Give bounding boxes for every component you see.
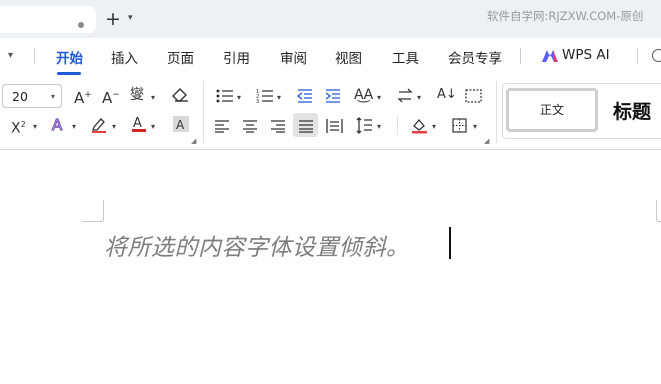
new-tab-icon[interactable]: + xyxy=(105,9,121,29)
wps-ai-button[interactable]: WPS AI xyxy=(562,47,610,63)
bullet-list-icon[interactable] xyxy=(216,89,234,103)
increase-indent-icon[interactable] xyxy=(325,89,341,103)
character-shading-icon[interactable]: A xyxy=(173,116,189,132)
chevron-down-icon[interactable]: ▾ xyxy=(473,122,477,131)
text-cursor xyxy=(449,227,451,259)
search-icon[interactable] xyxy=(652,49,661,62)
document-tab[interactable] xyxy=(0,6,96,33)
sort-az-icon[interactable]: A↓ xyxy=(437,87,457,103)
clear-format-eraser-icon[interactable] xyxy=(172,88,189,103)
align-left-icon[interactable] xyxy=(214,119,230,133)
superscript-icon[interactable]: X2 xyxy=(11,117,26,137)
document-paragraph[interactable]: 将所选的内容字体设置倾斜。 xyxy=(104,228,410,262)
chevron-down-icon[interactable]: ▾ xyxy=(51,92,55,101)
font-size-select[interactable]: 20 ▾ xyxy=(2,84,62,108)
decrease-font-size-icon[interactable]: A− xyxy=(102,87,120,106)
line-spacing-icon[interactable] xyxy=(356,117,373,134)
chevron-down-icon[interactable]: ▾ xyxy=(237,93,241,102)
show-hide-marks-icon[interactable] xyxy=(465,89,482,103)
distributed-align-icon[interactable] xyxy=(326,118,343,134)
document-canvas[interactable]: 将所选的内容字体设置倾斜。 xyxy=(0,150,661,384)
decrease-indent-icon[interactable] xyxy=(297,89,313,103)
menu-divider xyxy=(637,48,638,64)
menu-divider xyxy=(34,48,35,64)
ribbon-divider xyxy=(203,81,204,143)
menu-page[interactable]: 页面 xyxy=(167,47,194,67)
chevron-down-icon[interactable]: ▾ xyxy=(417,93,421,102)
wps-ai-logo-icon[interactable] xyxy=(541,49,559,63)
sort-swap-icon[interactable] xyxy=(397,88,413,103)
style-heading-button[interactable]: 标题 xyxy=(613,97,651,124)
chevron-down-icon[interactable]: ▾ xyxy=(112,122,116,131)
highlight-pen-icon[interactable] xyxy=(91,116,107,134)
text-effect-icon[interactable]: A xyxy=(51,117,62,134)
chevron-down-icon[interactable]: ▾ xyxy=(151,93,155,102)
svg-text:A: A xyxy=(133,116,142,131)
tab-unsaved-dot-icon[interactable] xyxy=(78,22,84,28)
chevron-down-icon[interactable]: ▾ xyxy=(377,122,381,131)
chevron-down-icon[interactable]: ▾ xyxy=(72,122,76,131)
menu-reference[interactable]: 引用 xyxy=(223,47,250,67)
increase-font-size-icon[interactable]: A+ xyxy=(74,87,92,106)
menu-review[interactable]: 审阅 xyxy=(280,47,307,67)
svg-text:3: 3 xyxy=(256,99,259,103)
chevron-down-icon[interactable]: ▾ xyxy=(377,93,381,102)
crop-mark-right xyxy=(657,221,661,222)
paragraph-shading-icon[interactable] xyxy=(411,117,428,134)
title-bar: + ▾ 软件自学网:RJZXW.COM-原创 xyxy=(0,0,661,38)
borders-icon[interactable] xyxy=(452,118,467,133)
menu-collapse-chevron-icon[interactable]: ▾ xyxy=(8,50,13,61)
font-color-icon[interactable]: A xyxy=(131,115,147,133)
menu-view[interactable]: 视图 xyxy=(335,47,362,67)
menu-home[interactable]: 开始 xyxy=(56,47,83,67)
crop-mark-right xyxy=(656,200,657,221)
menu-tools[interactable]: 工具 xyxy=(392,47,419,67)
justify-icon[interactable] xyxy=(298,119,314,133)
menu-divider xyxy=(520,48,521,64)
svg-text:A: A xyxy=(176,118,185,132)
tab-list-chevron-icon[interactable]: ▾ xyxy=(128,13,133,23)
menu-insert[interactable]: 插入 xyxy=(111,47,138,67)
text-direction-icon[interactable]: A͜A xyxy=(354,87,373,103)
chevron-down-icon[interactable]: ▾ xyxy=(432,122,436,131)
chevron-down-icon[interactable]: ▾ xyxy=(151,122,155,131)
chevron-down-icon[interactable]: ▾ xyxy=(33,122,37,131)
menu-bar: ▾ 开始 插入 页面 引用 审阅 视图 工具 会员专享 WPS AI xyxy=(0,38,661,75)
menu-member[interactable]: 会员专享 xyxy=(448,47,502,67)
paragraph-dialog-launcher-icon[interactable]: ◢ xyxy=(484,137,489,145)
font-dialog-launcher-icon[interactable]: ◢ xyxy=(191,137,196,145)
style-normal-button[interactable]: 正文 xyxy=(506,88,598,132)
ribbon-toolbar: 20 ▾ A+ A− 燮 ▾ X2 ▾ A ▾ ▾ A ▾ A ◢ ▾ 123 … xyxy=(0,75,661,150)
chevron-down-icon[interactable]: ▾ xyxy=(277,93,281,102)
style-normal-label: 正文 xyxy=(539,103,564,117)
ribbon-divider xyxy=(496,81,497,143)
ribbon-divider xyxy=(397,115,398,135)
numbered-list-icon[interactable]: 123 xyxy=(256,88,274,103)
font-size-value: 20 xyxy=(12,89,28,104)
align-right-icon[interactable] xyxy=(270,119,286,133)
watermark-text: 软件自学网:RJZXW.COM-原创 xyxy=(487,9,644,23)
phonetic-guide-icon[interactable]: 燮 xyxy=(130,87,144,103)
crop-mark-left xyxy=(82,221,103,222)
align-center-icon[interactable] xyxy=(242,119,258,133)
crop-mark-left xyxy=(103,200,104,221)
